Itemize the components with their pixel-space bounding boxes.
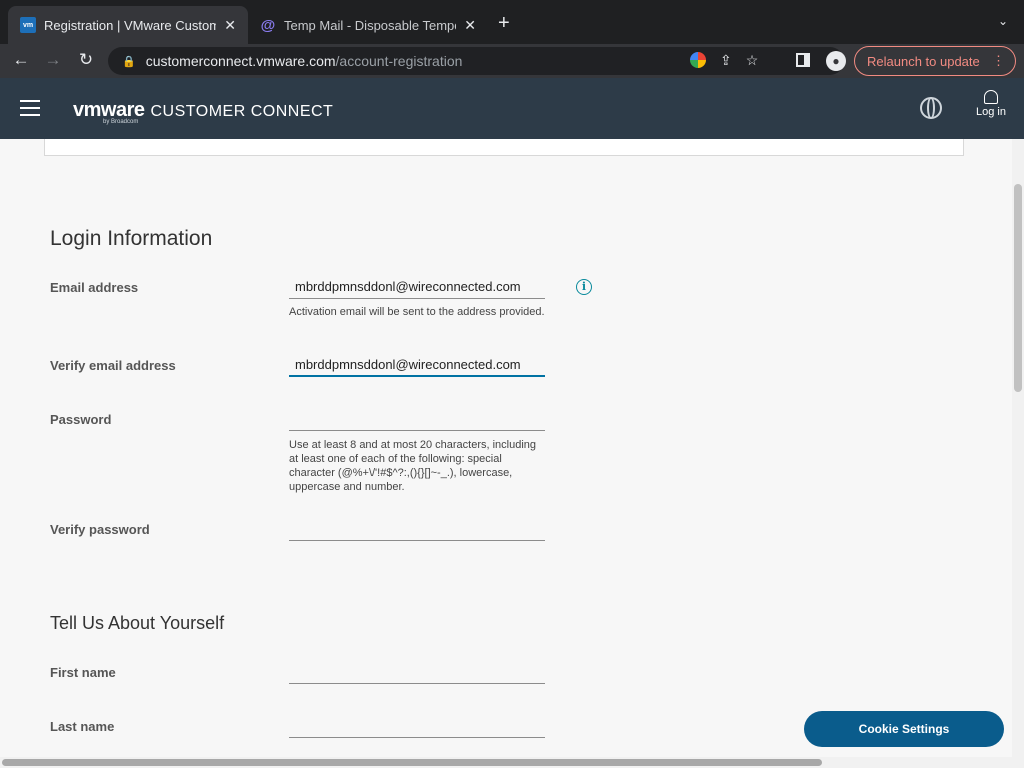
banner-image xyxy=(44,139,964,156)
info-icon[interactable]: i xyxy=(576,279,592,295)
password-help-text: Use at least 8 and at most 20 characters… xyxy=(289,439,537,493)
login-section-title: Login Information xyxy=(50,227,213,250)
vertical-scrollbar[interactable] xyxy=(1012,139,1024,757)
new-tab-icon[interactable]: + xyxy=(498,12,510,35)
email-help-text: Activation email will be sent to the add… xyxy=(289,306,545,318)
user-icon xyxy=(984,90,998,104)
logo-by: by Broadcom xyxy=(103,119,139,125)
globe-icon[interactable] xyxy=(920,97,942,119)
page-content: Login Information Email address i Activa… xyxy=(0,139,1012,757)
first-name-field[interactable] xyxy=(289,660,545,684)
verify-email-field[interactable] xyxy=(289,353,545,377)
cookie-settings-button[interactable]: Cookie Settings xyxy=(804,711,1004,747)
back-arrow-icon[interactable]: ← xyxy=(10,50,32,70)
more-icon[interactable]: ⋮ xyxy=(992,53,1005,69)
last-name-field[interactable] xyxy=(289,714,545,738)
close-icon[interactable]: ✕ xyxy=(224,17,236,34)
login-label: Log in xyxy=(976,106,1006,118)
email-field[interactable] xyxy=(289,275,545,299)
verify-email-label: Verify email address xyxy=(50,358,176,373)
login-button[interactable]: Log in xyxy=(970,90,1012,118)
vmware-logo[interactable]: vmware CUSTOMER CONNECT by Broadcom xyxy=(73,99,334,125)
verify-password-field[interactable] xyxy=(289,517,545,541)
password-field[interactable] xyxy=(289,407,545,431)
side-panel-icon[interactable] xyxy=(796,53,810,67)
relaunch-button[interactable]: Relaunch to update ⋮ xyxy=(854,46,1016,76)
site-header: vmware CUSTOMER CONNECT by Broadcom Log i… xyxy=(0,78,1024,139)
horizontal-scrollbar[interactable] xyxy=(0,757,1024,768)
close-icon[interactable]: ✕ xyxy=(464,17,476,34)
about-section-title: Tell Us About Yourself xyxy=(50,613,225,633)
chevron-down-icon[interactable]: ⌄ xyxy=(998,14,1008,28)
reload-icon[interactable]: ↻ xyxy=(75,50,97,70)
forward-arrow-icon[interactable]: → xyxy=(42,50,64,70)
browser-toolbar: ← → ↻ 🔒 customerconnect.vmware.com/accou… xyxy=(0,44,1024,78)
vmware-icon: vm xyxy=(20,17,36,33)
url-path: /account-registration xyxy=(335,53,463,69)
first-name-label: First name xyxy=(50,665,116,680)
logo-brand: vmware xyxy=(73,99,145,121)
at-sign-icon: @ xyxy=(260,16,276,34)
password-label: Password xyxy=(50,412,112,427)
profile-icon[interactable]: ● xyxy=(826,51,846,71)
star-icon[interactable]: ☆ xyxy=(746,52,759,69)
logo-product: CUSTOMER CONNECT xyxy=(150,103,334,120)
last-name-label: Last name xyxy=(50,719,115,734)
email-label: Email address xyxy=(50,280,139,295)
tab-registration[interactable]: vm Registration | VMware Custome ✕ xyxy=(8,6,248,44)
browser-tab-strip: vm Registration | VMware Custome ✕ @ Tem… xyxy=(0,0,1024,44)
google-icon[interactable] xyxy=(690,52,706,68)
lock-icon: 🔒 xyxy=(122,55,136,68)
relaunch-label: Relaunch to update xyxy=(867,53,980,69)
menu-icon[interactable] xyxy=(20,100,40,116)
url-host: customerconnect.vmware.com xyxy=(145,53,336,69)
tab-temp-mail[interactable]: @ Temp Mail - Disposable Tempo ✕ xyxy=(248,6,488,44)
verify-password-label: Verify password xyxy=(50,522,150,537)
share-icon[interactable]: ⇪ xyxy=(720,52,732,69)
tab-title: Registration | VMware Custome xyxy=(44,17,217,33)
tab-title: Temp Mail - Disposable Tempo xyxy=(284,17,457,33)
